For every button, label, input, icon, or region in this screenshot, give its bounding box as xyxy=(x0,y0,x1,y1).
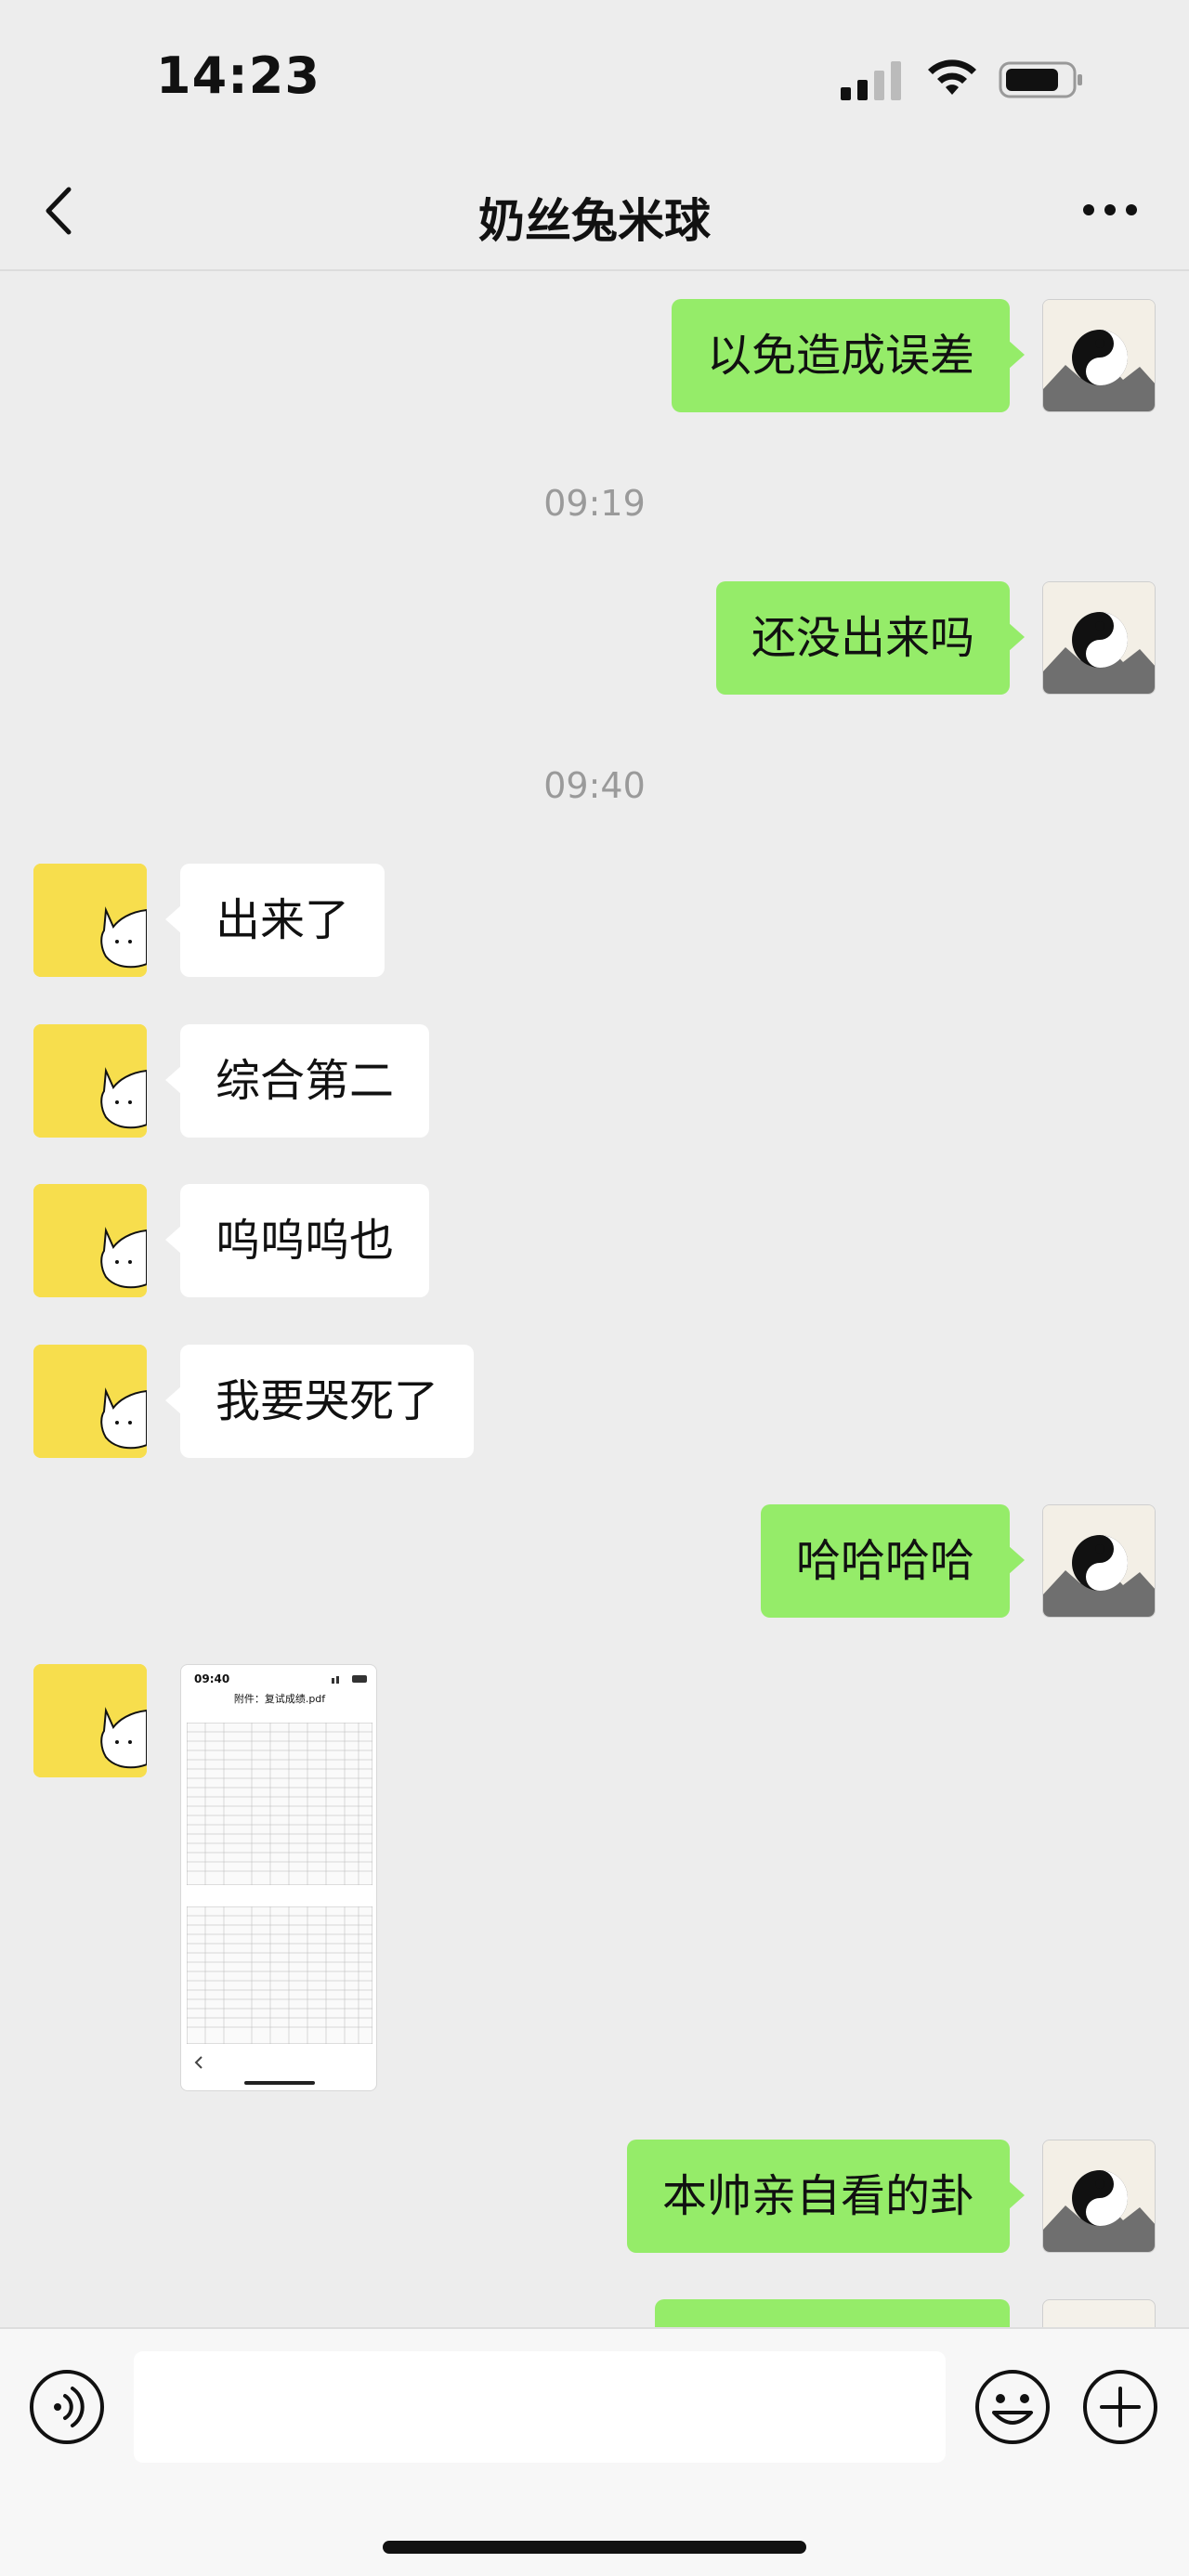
avatar-self[interactable] xyxy=(1042,581,1156,695)
back-icon[interactable] xyxy=(37,178,84,243)
nav-bar: 奶丝兔米球 xyxy=(0,158,1189,271)
cat-avatar-icon xyxy=(33,1184,147,1297)
avatar-contact[interactable] xyxy=(33,864,147,977)
cat-avatar-icon xyxy=(33,1345,147,1458)
message-bubble-contact[interactable]: 我要哭死了 xyxy=(164,1345,475,1458)
avatar-self[interactable] xyxy=(1042,299,1156,412)
score-table-image xyxy=(187,1906,372,2044)
message-bubble-self[interactable]: 还没出来吗 xyxy=(715,581,1026,695)
image-status-icons xyxy=(332,1675,367,1684)
avatar-contact[interactable] xyxy=(33,1664,147,1777)
cat-avatar-icon xyxy=(33,1664,147,1777)
voice-icon[interactable] xyxy=(28,2368,106,2446)
image-document-title: 附件：复试成绩.pdf xyxy=(233,1693,326,1705)
image-status-time: 09:40 xyxy=(194,1672,230,1685)
message-bubble-contact[interactable]: 出来了 xyxy=(164,864,385,977)
input-bar xyxy=(0,2327,1189,2576)
avatar-contact[interactable] xyxy=(33,1024,147,1138)
yin-yang-avatar-icon xyxy=(1043,2140,1155,2252)
message-bubble-contact[interactable]: 综合第二 xyxy=(164,1024,430,1138)
message-input[interactable] xyxy=(134,2351,946,2463)
avatar-contact[interactable] xyxy=(33,1184,147,1297)
cat-avatar-icon xyxy=(33,1024,147,1138)
message-bubble-self[interactable]: 以免造成误差 xyxy=(671,299,1026,412)
emoji-icon[interactable] xyxy=(973,2368,1052,2446)
avatar-self[interactable] xyxy=(1042,1504,1156,1618)
yin-yang-avatar-icon xyxy=(1043,300,1155,411)
avatar-contact[interactable] xyxy=(33,1345,147,1458)
timestamp: 09:40 xyxy=(543,765,646,806)
home-indicator xyxy=(383,2541,806,2554)
more-icon[interactable] xyxy=(1078,191,1143,228)
image-back-icon xyxy=(194,2056,203,2069)
image-home-indicator xyxy=(244,2081,315,2085)
message-bubble-self[interactable]: 哈哈哈哈 xyxy=(760,1504,1026,1618)
message-bubble-self[interactable]: 本帅亲自看的卦 xyxy=(626,2140,1026,2253)
cellular-signal-icon xyxy=(841,61,901,100)
battery-icon xyxy=(999,61,1082,98)
wifi-icon xyxy=(928,59,976,95)
image-message-screenshot[interactable]: 09:40 附件：复试成绩.pdf xyxy=(180,1664,377,2091)
message-bubble-contact[interactable]: 呜呜呜也 xyxy=(164,1184,430,1297)
yin-yang-avatar-icon xyxy=(1043,1505,1155,1617)
status-time: 14:23 xyxy=(156,46,320,105)
add-icon[interactable] xyxy=(1081,2368,1159,2446)
cat-avatar-icon xyxy=(33,864,147,977)
status-bar: 14:23 xyxy=(0,0,1189,158)
avatar-self[interactable] xyxy=(1042,2140,1156,2253)
yin-yang-avatar-icon xyxy=(1043,582,1155,694)
timestamp: 09:19 xyxy=(543,483,646,524)
chat-title: 奶丝兔米球 xyxy=(478,194,711,248)
score-table-image xyxy=(187,1723,372,1885)
